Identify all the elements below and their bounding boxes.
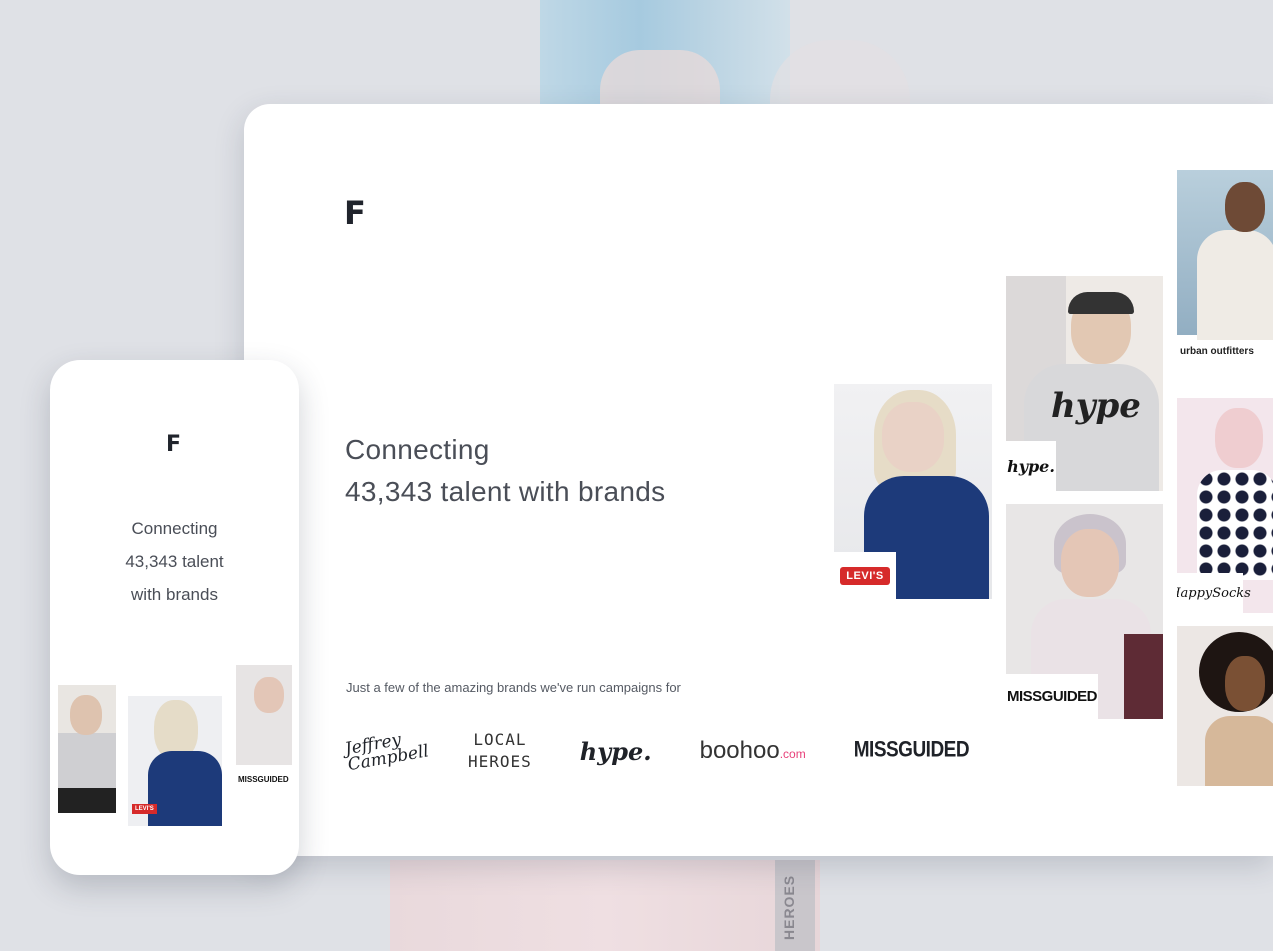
background-photo-shoulder <box>770 40 910 105</box>
photo-face <box>882 402 944 472</box>
hero-line-1: Connecting <box>345 434 490 465</box>
brands-caption: Just a few of the amazing brands we've r… <box>346 680 681 695</box>
brand-logo-boohoo: boohoo.com <box>700 737 806 765</box>
mobile-mockup: F Connecting 43,343 talent with brands L… <box>50 360 299 875</box>
brand-logo-jeffrey-campbell: Jeffrey Campbell <box>343 729 431 776</box>
photo-jacket <box>1124 634 1163 719</box>
mobile-photo-tile-levis[interactable]: LEVI'S <box>128 696 222 826</box>
local-heroes-line-2: HEROES <box>468 752 532 771</box>
background-stripe-text: HEROES <box>781 874 797 940</box>
mobile-missguided-label: MISSGUIDED <box>238 775 289 784</box>
photo-polka-dot-top <box>1197 470 1273 580</box>
missguided-tag: MISSGUIDED <box>1006 674 1098 719</box>
photo-face <box>1061 529 1119 597</box>
photo-tile-levis[interactable]: LEVI'S <box>834 384 992 599</box>
photo-face <box>254 677 284 713</box>
brand-logo[interactable]: F <box>166 432 181 457</box>
photo-face <box>1225 182 1265 232</box>
background-photo-collar <box>600 50 720 105</box>
mobile-photo-tile-hype[interactable] <box>58 685 116 813</box>
mobile-hero-line-2: 43,343 talent <box>125 552 224 571</box>
photo-tile-urban-outfitters[interactable]: urban outfitters <box>1177 170 1273 370</box>
hype-tag: hype. <box>1006 441 1056 491</box>
happy-socks-tag: HappySocks <box>1177 573 1251 613</box>
brand-logo[interactable]: F <box>344 194 366 232</box>
urban-outfitters-label: urban outfitters <box>1180 346 1254 357</box>
photo-body <box>1205 716 1273 786</box>
levis-tag: LEVI'S <box>834 552 896 599</box>
photo-face <box>1215 408 1263 468</box>
mobile-levis-badge: LEVI'S <box>132 804 157 814</box>
levis-badge: LEVI'S <box>840 566 890 585</box>
photo-shirt <box>1197 230 1273 340</box>
photo-tile-hype[interactable]: hype hype. <box>1006 276 1163 491</box>
background-photo-pants <box>390 860 820 951</box>
brand-logo-row: Jeffrey Campbell LOCAL HEROES hype. booh… <box>343 729 970 776</box>
mobile-hero-heading: Connecting 43,343 talent with brands <box>50 512 299 611</box>
photo-face <box>70 695 102 735</box>
photo-headband <box>1068 292 1134 314</box>
brand-logo-hype: hype. <box>579 736 652 766</box>
photo-tile-portrait[interactable] <box>1177 626 1273 786</box>
brand-logo-local-heroes: LOCAL HEROES <box>468 729 532 773</box>
photo-face <box>1225 656 1265 711</box>
desktop-mockup: F Connecting 43,343 talent with brands J… <box>244 104 1273 856</box>
mobile-photo-tile-missguided[interactable]: MISSGUIDED <box>236 665 292 795</box>
photo-tile-happy-socks[interactable]: HappySocks <box>1177 398 1273 613</box>
mobile-hero-line-1: Connecting <box>131 519 218 538</box>
photo-tile-missguided[interactable]: MISSGUIDED <box>1006 504 1163 719</box>
boohoo-suffix: .com <box>779 747 806 761</box>
hype-sweatshirt-print: hype <box>1051 386 1141 426</box>
mobile-hero-line-3: with brands <box>131 585 218 604</box>
brand-logo-missguided: MISSGUIDED <box>853 738 970 763</box>
photo-denim-jacket <box>148 751 222 826</box>
boohoo-wordmark: boohoo <box>699 737 780 764</box>
photo-sweatshirt <box>58 733 116 788</box>
local-heroes-line-1: LOCAL <box>473 730 527 749</box>
hero-line-2: 43,343 talent with brands <box>345 476 666 507</box>
photo-pants <box>58 788 116 813</box>
hero-heading: Connecting 43,343 talent with brands <box>345 429 665 513</box>
